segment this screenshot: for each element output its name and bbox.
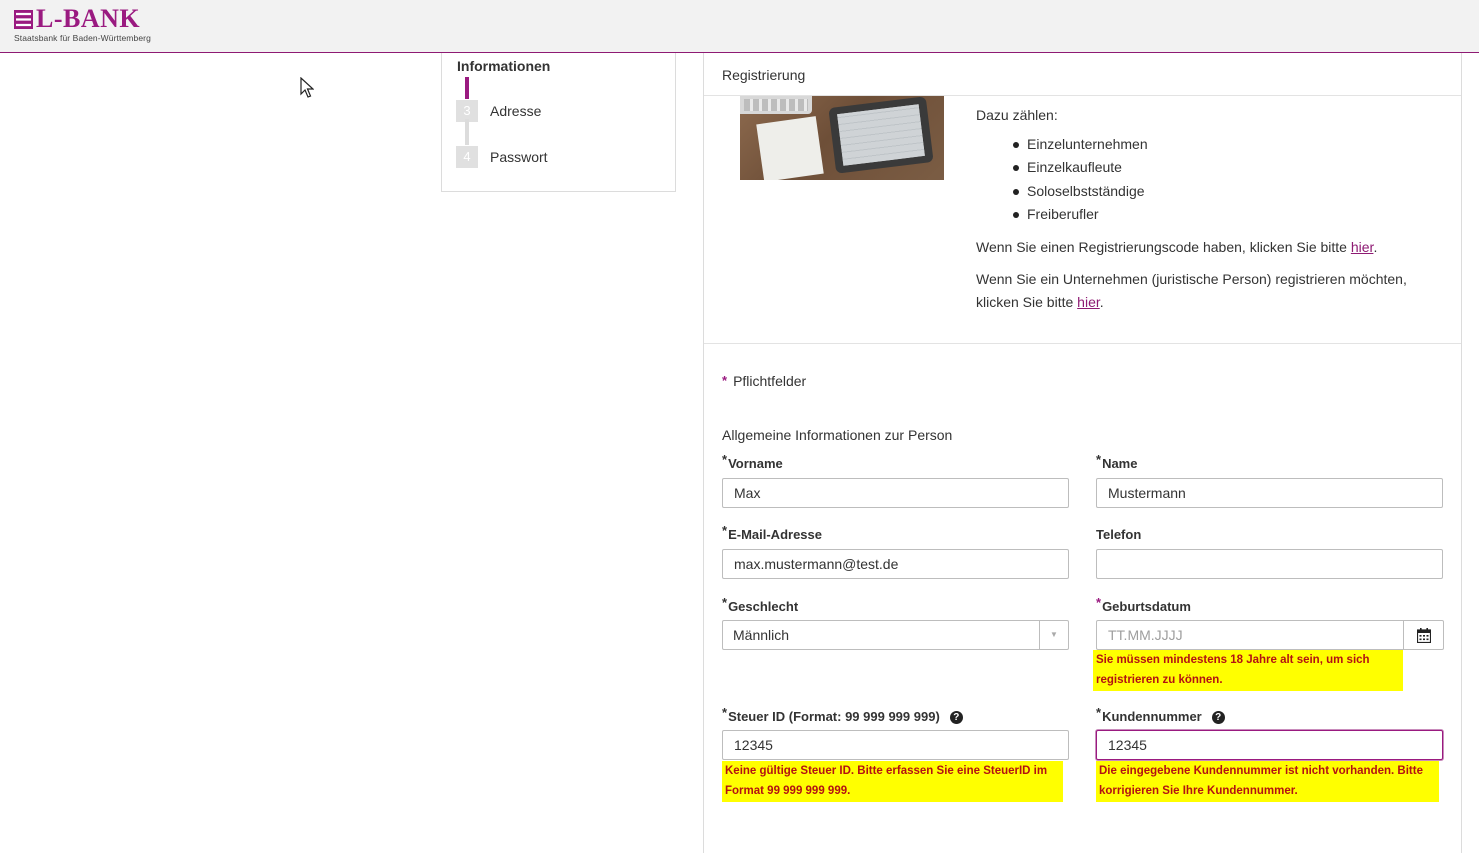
tablet-shape <box>828 96 934 174</box>
geburtsdatum-input[interactable] <box>1096 620 1404 650</box>
top-bar: L-BANK Staatsbank für Baden-Württemberg <box>0 0 1479 53</box>
step-progress-active <box>465 77 469 99</box>
l-bank-logo[interactable]: L-BANK Staatsbank für Baden-Württemberg <box>14 4 151 43</box>
chevron-down-icon[interactable]: ▼ <box>1039 621 1068 649</box>
company-registration-link[interactable]: hier <box>1077 294 1100 310</box>
steuer-id-input[interactable] <box>722 730 1069 760</box>
name-label: *Name <box>1096 452 1138 471</box>
geschlecht-select[interactable]: Männlich ▼ <box>722 620 1069 650</box>
name-input[interactable] <box>1096 478 1443 508</box>
telefon-input[interactable] <box>1096 549 1443 579</box>
telefon-label: Telefon <box>1096 527 1142 542</box>
business-type-list: Einzelunternehmen Einzelkaufleute Solose… <box>976 133 1446 226</box>
keyboard-shape <box>740 96 812 114</box>
panel-title: Registrierung <box>722 67 806 83</box>
section-title: Allgemeine Informationen zur Person <box>722 427 953 443</box>
steuer-id-label: *Steuer ID (Format: 99 999 999 999)? <box>722 705 963 725</box>
list-item: Soloselbstständige <box>976 180 1446 203</box>
list-item: Freiberufler <box>976 203 1446 226</box>
geschlecht-selected-value: Männlich <box>733 627 790 643</box>
kundennummer-label: *Kundennummer? <box>1096 705 1225 725</box>
help-icon[interactable]: ? <box>949 711 963 725</box>
panel-header: Registrierung <box>704 53 1461 96</box>
geburtsdatum-error: Sie müssen mindestens 18 Jahre alt sein,… <box>1093 650 1403 691</box>
notebook-shape <box>756 116 824 180</box>
divider <box>704 343 1461 344</box>
calendar-icon <box>1417 628 1431 643</box>
registration-panel: Registrierung Dazu zählen: Einzelunterne… <box>703 53 1462 853</box>
steuer-id-error: Keine gültige Steuer ID. Bitte erfassen … <box>722 761 1063 802</box>
geschlecht-label: *Geschlecht <box>722 595 799 614</box>
geburtsdatum-label: *Geburtsdatum <box>1096 595 1191 614</box>
calendar-button[interactable] <box>1404 620 1444 650</box>
registration-info: Dazu zählen: Einzelunternehmen Einzelkau… <box>976 107 1446 314</box>
step-number-4: 4 <box>456 146 478 168</box>
help-icon[interactable]: ? <box>1211 711 1225 725</box>
registration-steps: Informationen 3 Adresse 4 Passwort <box>441 53 676 192</box>
office-desk-image <box>740 96 944 180</box>
brand-name: L-BANK <box>36 4 141 33</box>
mouse-cursor-icon <box>300 77 314 98</box>
required-star: * <box>722 373 728 388</box>
email-label: *E-Mail-Adresse <box>722 523 822 542</box>
list-item: Einzelkaufleute <box>976 156 1446 179</box>
vorname-label: *Vorname <box>722 452 783 471</box>
brand-tagline: Staatsbank für Baden-Württemberg <box>14 33 151 43</box>
list-item: Einzelunternehmen <box>976 133 1446 156</box>
company-paragraph: Wenn Sie ein Unternehmen (juristische Pe… <box>976 271 1407 311</box>
step-label-passwort: Passwort <box>490 149 548 165</box>
email-input[interactable] <box>722 549 1069 579</box>
info-intro: Dazu zählen: <box>976 107 1058 123</box>
step-progress-rail <box>465 119 469 145</box>
code-paragraph: Wenn Sie einen Registrierungscode haben,… <box>976 239 1378 256</box>
step-label-adresse: Adresse <box>490 103 542 119</box>
step-current-title: Informationen <box>457 58 551 74</box>
required-fields-note: * Pflichtfelder <box>722 373 807 389</box>
registration-code-link[interactable]: hier <box>1351 239 1374 255</box>
kundennummer-error: Die eingegebene Kundennummer ist nicht v… <box>1096 761 1439 802</box>
kundennummer-input[interactable] <box>1096 730 1443 760</box>
coat-of-arms-icon <box>14 9 33 29</box>
vorname-input[interactable] <box>722 478 1069 508</box>
